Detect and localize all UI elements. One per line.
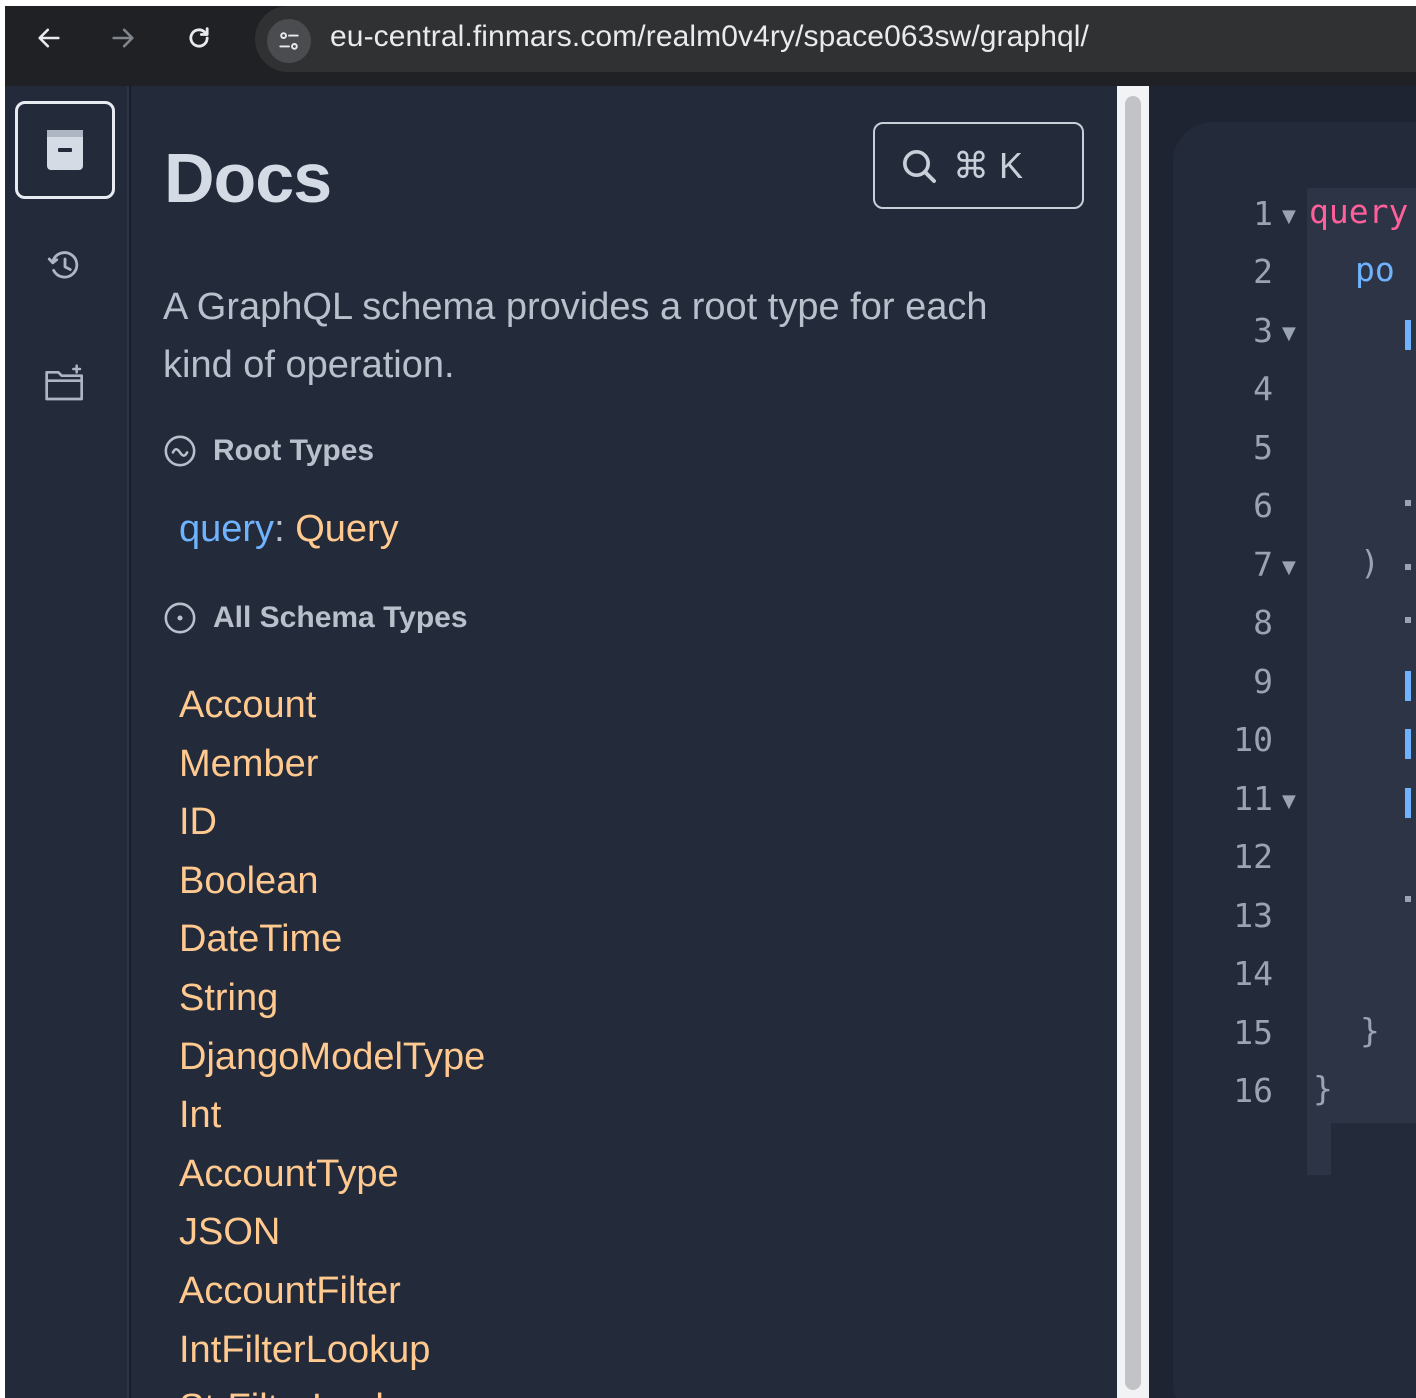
all-schema-types-label: All Schema Types: [213, 601, 468, 634]
type-link-accountfilter[interactable]: AccountFilter: [179, 1262, 485, 1321]
type-link-string[interactable]: String: [179, 969, 485, 1028]
line-number: 5: [1253, 428, 1273, 467]
code-keyword-query: query: [1309, 192, 1409, 231]
code-token-fragment: [1405, 500, 1411, 506]
plugin-sidebar: [5, 86, 129, 1398]
line-number: 16: [1233, 1071, 1273, 1110]
code-token-fragment: [1405, 729, 1411, 759]
code-paren: ): [1360, 543, 1380, 582]
docs-explorer: Docs ⌘ K A GraphQL schema provides a roo…: [131, 86, 1117, 1398]
docs-search-button[interactable]: ⌘ K: [873, 122, 1084, 209]
type-link-boolean[interactable]: Boolean: [179, 852, 485, 911]
site-info-button[interactable]: [267, 19, 311, 63]
docs-scrollbar-thumb[interactable]: [1125, 96, 1141, 1390]
search-shortcut-hint: ⌘ K: [953, 144, 1024, 186]
root-query-type[interactable]: Query: [295, 508, 398, 550]
type-link-accounttype[interactable]: AccountType: [179, 1145, 485, 1204]
type-link-account[interactable]: Account: [179, 676, 485, 735]
root-query-field[interactable]: query: [179, 508, 274, 550]
line-number: 7: [1253, 545, 1273, 584]
fold-toggle-icon[interactable]: ▼: [1282, 206, 1296, 227]
type-link-member[interactable]: Member: [179, 735, 485, 794]
fold-toggle-icon[interactable]: ▼: [1282, 791, 1296, 812]
type-link-json[interactable]: JSON: [179, 1203, 485, 1262]
forward-button[interactable]: [105, 20, 141, 56]
reload-icon: [189, 27, 209, 48]
line-number: 9: [1253, 662, 1273, 701]
editor-selection-end: [1307, 1123, 1331, 1175]
type-link-int[interactable]: Int: [179, 1086, 485, 1145]
history-plugin-button[interactable]: [15, 226, 115, 306]
type-link-id[interactable]: ID: [179, 793, 485, 852]
code-token-fragment: [1405, 320, 1411, 350]
root-types-label: Root Types: [213, 434, 375, 467]
root-query-colon: :: [274, 508, 285, 550]
code-token-fragment: [1405, 564, 1411, 570]
fold-toggle-icon[interactable]: ▼: [1282, 323, 1296, 344]
all-schema-types-header: All Schema Types: [163, 601, 468, 635]
code-brace: }: [1360, 1011, 1380, 1050]
folder-plus-icon: [45, 364, 83, 401]
docs-description: A GraphQL schema provides a root type fo…: [163, 286, 988, 386]
line-number: 2: [1253, 252, 1273, 291]
line-number: 1: [1253, 194, 1273, 233]
schema-type-list: Account Member ID Boolean DateTime Strin…: [179, 676, 485, 1398]
search-icon: [903, 149, 936, 183]
docs-title: Docs: [164, 139, 332, 217]
root-types-header: Root Types: [163, 434, 374, 468]
history-icon: [47, 251, 79, 279]
line-number: 4: [1253, 369, 1273, 408]
line-number: 14: [1233, 954, 1273, 993]
docs-plugin-button[interactable]: [15, 101, 115, 199]
url-text[interactable]: eu-central.finmars.com/realm0v4ry/space0…: [330, 20, 1089, 54]
line-number: 13: [1233, 896, 1273, 935]
fold-toggle-icon[interactable]: ▼: [1282, 557, 1296, 578]
editor-selection: [1307, 188, 1416, 1123]
arrow-left-icon: [38, 28, 60, 48]
line-number: 15: [1233, 1013, 1273, 1052]
back-button[interactable]: [31, 20, 67, 56]
graphiql-app: Docs ⌘ K A GraphQL schema provides a roo…: [5, 86, 1416, 1398]
reload-button[interactable]: [181, 20, 217, 56]
code-brace-close: }: [1313, 1069, 1333, 1108]
type-link-djangomodeltype[interactable]: DjangoModelType: [179, 1028, 485, 1087]
type-link-datetime[interactable]: DateTime: [179, 910, 485, 969]
collections-plugin-button[interactable]: [15, 344, 115, 424]
line-number: 12: [1233, 837, 1273, 876]
code-field: po: [1355, 250, 1395, 289]
code-token-fragment: [1405, 896, 1411, 902]
tune-icon: [279, 32, 299, 50]
line-number: 3: [1253, 311, 1273, 350]
code-token-fragment: [1405, 788, 1411, 818]
browser-toolbar: eu-central.finmars.com/realm0v4ry/space0…: [5, 6, 1416, 74]
line-number: 10: [1233, 720, 1273, 759]
type-link-strfilterlookup[interactable]: StrFilterLookup: [179, 1379, 485, 1398]
root-type-icon: [164, 435, 196, 467]
book-icon: [47, 130, 83, 170]
line-number: 11: [1233, 779, 1273, 818]
line-number: 6: [1253, 486, 1273, 525]
code-token-fragment: [1405, 617, 1411, 623]
browser-window: eu-central.finmars.com/realm0v4ry/space0…: [5, 6, 1416, 1398]
schema-types-icon: [164, 602, 196, 634]
arrow-right-icon: [112, 28, 134, 48]
line-number: 8: [1253, 603, 1273, 642]
root-query-link[interactable]: query: Query: [179, 508, 399, 551]
type-link-intfilterlookup[interactable]: IntFilterLookup: [179, 1321, 485, 1380]
code-token-fragment: [1405, 671, 1411, 701]
